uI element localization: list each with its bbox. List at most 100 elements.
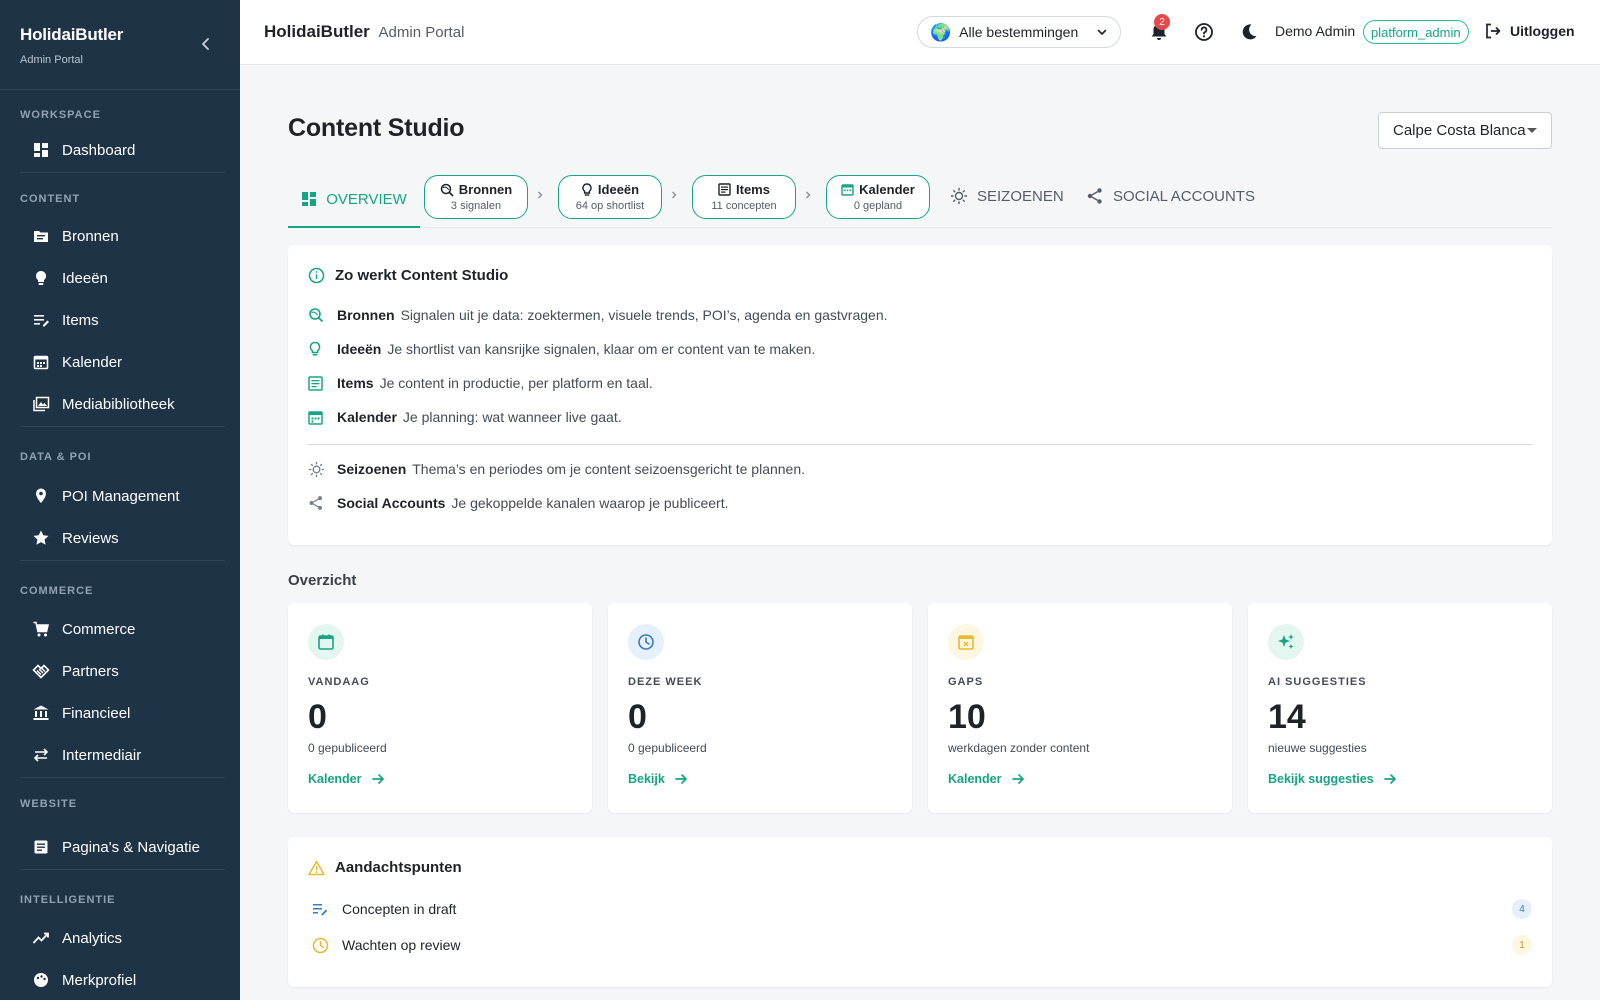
- sidebar-item-partners[interactable]: Partners: [20, 650, 220, 692]
- pill-count: 3 signalen: [450, 200, 502, 212]
- portal-title: HolidaiButler Admin Portal: [264, 22, 464, 42]
- sidebar-item-paginas[interactable]: Pagina's & Navigatie: [20, 826, 220, 868]
- portal-title-light: Admin Portal: [378, 24, 465, 41]
- top-bar: HolidaiButler Admin Portal 🌍 Alle bestem…: [240, 0, 1600, 65]
- attention-title: Aandachtspunten: [335, 859, 462, 876]
- tab-overview[interactable]: OVERVIEW: [288, 172, 420, 228]
- sidebar-item-analytics[interactable]: Analytics: [20, 917, 220, 959]
- edit-note-icon: [308, 901, 332, 917]
- nav-label: CONTENT: [20, 193, 81, 205]
- sidebar-item-label: Merkprofiel: [62, 971, 137, 989]
- bekijk-link[interactable]: Bekijk: [628, 772, 688, 786]
- content-studio-tabs: OVERVIEW Bronnen 3 signalen Ideeën 64 op…: [288, 172, 1552, 228]
- tab-seizoenen[interactable]: SEIZOENEN: [950, 172, 1064, 220]
- travel-explore-icon: [440, 183, 454, 197]
- role-chip: platform_admin: [1363, 20, 1469, 44]
- brand-title: HolidaiButler: [20, 25, 124, 44]
- sidebar-item-kalender[interactable]: Kalender: [20, 341, 220, 383]
- info-row-title: Social Accounts: [337, 495, 446, 511]
- sidebar-item-label: Intermediair: [62, 746, 142, 764]
- tab-items[interactable]: Items 11 concepten: [692, 175, 796, 219]
- user-name: Demo Admin: [1275, 23, 1356, 39]
- sidebar-item-bronnen[interactable]: Bronnen: [20, 215, 220, 257]
- sidebar-item-label: Ideeën: [62, 269, 108, 287]
- share-icon: [1086, 187, 1104, 205]
- calendar-icon: [841, 183, 854, 196]
- chevron-right-icon: [803, 190, 813, 200]
- attention-row-review[interactable]: Wachten op review 1: [308, 933, 1532, 957]
- nav-divider: [20, 777, 225, 778]
- tab-ideeen[interactable]: Ideeën 64 op shortlist: [558, 175, 662, 219]
- sidebar-item-merkprofiel[interactable]: Merkprofiel: [20, 959, 220, 1000]
- sidebar-item-poi-management[interactable]: POI Management: [20, 475, 220, 517]
- collapse-sidebar-icon[interactable]: [198, 36, 214, 52]
- nav-divider: [20, 560, 225, 561]
- attention-row-drafts[interactable]: Concepten in draft 4: [308, 897, 1532, 921]
- sidebar-item-label: Partners: [62, 662, 119, 680]
- info-row-desc: Je content in productie, per platform en…: [379, 375, 653, 391]
- how-it-works-title: Zo werkt Content Studio: [335, 267, 509, 284]
- sidebar-item-items[interactable]: Items: [20, 299, 220, 341]
- sidebar-item-label: Analytics: [62, 929, 123, 947]
- stat-value: 0: [628, 698, 647, 736]
- tab-label: SOCIAL ACCOUNTS: [1113, 187, 1255, 205]
- event-busy-icon: [948, 624, 984, 660]
- nav-divider: [20, 172, 225, 173]
- map-pin-icon: [32, 487, 50, 505]
- dashboard-icon: [301, 191, 317, 207]
- sidebar: HolidaiButler Admin Portal WORKSPACE Das…: [0, 0, 240, 1000]
- bank-icon: [32, 704, 50, 722]
- stat-card-ai-suggesties: AI SUGGESTIES 14 nieuwe suggesties Bekij…: [1248, 603, 1552, 813]
- swap-arrows-icon: [32, 746, 50, 764]
- kalender-link[interactable]: Kalender: [308, 772, 385, 786]
- arrow-right-icon: [1383, 772, 1397, 786]
- logout-button[interactable]: Uitloggen: [1484, 22, 1575, 40]
- folder-icon: [32, 227, 50, 245]
- stat-label: GAPS: [948, 676, 984, 688]
- region-select[interactable]: Calpe Costa Blanca: [1378, 112, 1552, 149]
- info-row-desc: Thema’s en periodes om je content seizoe…: [412, 461, 806, 477]
- info-icon: [308, 267, 325, 284]
- divider: [308, 444, 1532, 445]
- sidebar-item-dashboard[interactable]: Dashboard: [20, 129, 220, 171]
- sidebar-item-ideeen[interactable]: Ideeën: [20, 257, 220, 299]
- article-icon: [32, 838, 50, 856]
- stat-link-label: Bekijk suggesties: [1268, 772, 1374, 786]
- portal-title-bold: HolidaiButler: [264, 22, 370, 41]
- info-row-title: Kalender: [337, 409, 397, 425]
- attention-row-label: Concepten in draft: [342, 901, 457, 917]
- sidebar-item-label: Reviews: [62, 529, 119, 547]
- dark-mode-moon-icon[interactable]: [1238, 21, 1260, 43]
- stat-link-label: Bekijk: [628, 772, 665, 786]
- sparkles-icon: [1268, 624, 1304, 660]
- stat-card-vandaag: VANDAAG 0 0 gepubliceerd Kalender: [288, 603, 592, 813]
- info-row-title: Ideeën: [337, 341, 382, 357]
- bekijk-suggesties-link[interactable]: Bekijk suggesties: [1268, 772, 1397, 786]
- sidebar-item-mediabibliotheek[interactable]: Mediabibliotheek: [20, 383, 220, 425]
- page-title: Content Studio: [288, 114, 465, 142]
- clock-icon: [628, 624, 664, 660]
- sidebar-item-label: POI Management: [62, 487, 180, 505]
- sidebar-item-intermediair[interactable]: Intermediair: [20, 734, 220, 776]
- globe-icon: 🌍: [930, 22, 952, 42]
- sidebar-item-reviews[interactable]: Reviews: [20, 517, 220, 559]
- article-icon: [718, 183, 731, 196]
- stat-description: 0 gepubliceerd: [628, 741, 707, 755]
- kalender-link[interactable]: Kalender: [948, 772, 1025, 786]
- calendar-icon: [308, 624, 344, 660]
- arrow-right-icon: [1011, 772, 1025, 786]
- nav-section-intelligentie: INTELLIGENTIE Analytics Merkprofiel: [0, 890, 240, 1000]
- tab-label: SEIZOENEN: [977, 187, 1064, 205]
- info-row-items: Items Je content in productie, per platf…: [308, 374, 653, 392]
- sidebar-item-commerce[interactable]: Commerce: [20, 608, 220, 650]
- tab-kalender[interactable]: Kalender 0 gepland: [826, 175, 930, 219]
- tab-social-accounts[interactable]: SOCIAL ACCOUNTS: [1086, 172, 1255, 220]
- tab-bronnen[interactable]: Bronnen 3 signalen: [424, 175, 528, 219]
- help-icon[interactable]: [1193, 21, 1215, 43]
- sidebar-item-label: Pagina's & Navigatie: [62, 838, 200, 856]
- calendar-icon: [32, 353, 50, 371]
- sidebar-item-label: Financieel: [62, 704, 131, 722]
- sidebar-item-financieel[interactable]: Financieel: [20, 692, 220, 734]
- info-row-bronnen: Bronnen Signalen uit je data: zoektermen…: [308, 306, 888, 324]
- destination-select[interactable]: 🌍 Alle bestemmingen: [917, 16, 1121, 48]
